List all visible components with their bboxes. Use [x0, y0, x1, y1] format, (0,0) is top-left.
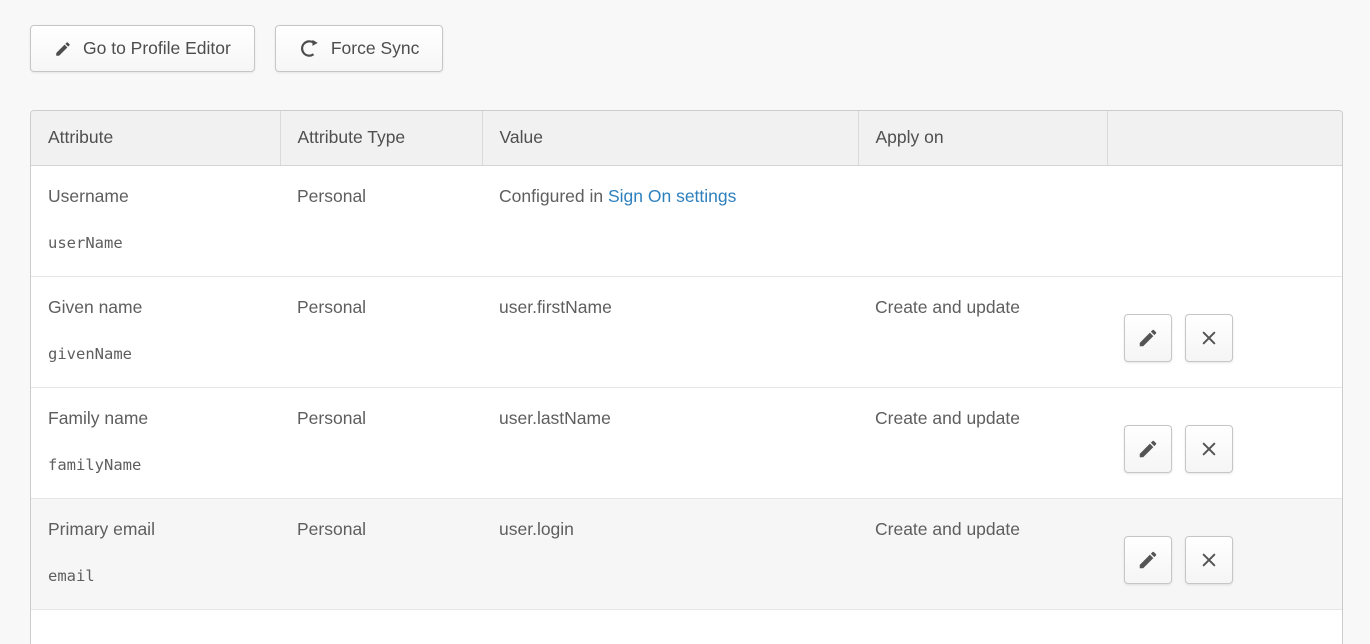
value-cell: user.login [482, 498, 858, 609]
edit-attribute-button[interactable] [1124, 536, 1172, 584]
attribute-mappings-table: Attribute Attribute Type Value Apply on … [30, 110, 1343, 644]
attribute-name: givenName [48, 345, 270, 363]
attribute-cell: Primary email email [31, 498, 280, 609]
row-actions [1124, 297, 1332, 362]
attribute-label: Primary email [48, 519, 270, 540]
sign-on-settings-link[interactable]: Sign On settings [608, 186, 736, 206]
attribute-type-cell: Personal [280, 276, 482, 387]
close-icon [1198, 327, 1220, 349]
table-header-row: Attribute Attribute Type Value Apply on [31, 111, 1342, 165]
apply-on-cell: Create and update [858, 387, 1107, 498]
header-value: Value [482, 111, 858, 165]
attribute-label: Given name [48, 297, 270, 318]
header-apply-on: Apply on [858, 111, 1107, 165]
table-row-username: Username userName Personal Configured in… [31, 165, 1342, 276]
apply-on-cell: Create and update [858, 276, 1107, 387]
attribute-type-cell: Personal [280, 387, 482, 498]
attribute-name: email [48, 567, 270, 585]
close-icon [1198, 549, 1220, 571]
attribute-cell: Given name givenName [31, 276, 280, 387]
delete-attribute-button[interactable] [1185, 425, 1233, 473]
attribute-cell: Username userName [31, 165, 280, 276]
force-sync-button[interactable]: Force Sync [275, 25, 444, 72]
header-attribute: Attribute [31, 111, 280, 165]
pencil-icon [1137, 327, 1159, 349]
attribute-type-cell: Personal [280, 165, 482, 276]
actions-cell [1107, 498, 1342, 609]
table-row-primary-email: Primary email email Personal user.login … [31, 498, 1342, 609]
edit-attribute-button[interactable] [1124, 425, 1172, 473]
attribute-label: Family name [48, 408, 270, 429]
refresh-icon [299, 38, 320, 59]
apply-on-cell: Create and update [858, 498, 1107, 609]
table-row-family-name: Family name familyName Personal user.las… [31, 387, 1342, 498]
pencil-icon [1137, 438, 1159, 460]
edit-attribute-button[interactable] [1124, 314, 1172, 362]
go-to-profile-editor-label: Go to Profile Editor [83, 38, 231, 59]
row-actions [1124, 519, 1332, 584]
attribute-label: Username [48, 186, 270, 207]
attribute-mappings-page: Go to Profile Editor Force Sync Attribut… [0, 0, 1370, 644]
attribute-cell: Family name familyName [31, 387, 280, 498]
go-to-profile-editor-button[interactable]: Go to Profile Editor [30, 25, 255, 72]
actions-cell [1107, 165, 1342, 276]
delete-attribute-button[interactable] [1185, 536, 1233, 584]
close-icon [1198, 438, 1220, 460]
actions-cell [1107, 276, 1342, 387]
force-sync-label: Force Sync [331, 38, 420, 59]
attribute-type-cell: Personal [280, 498, 482, 609]
header-attribute-type: Attribute Type [280, 111, 482, 165]
pencil-icon [54, 40, 72, 58]
header-actions [1107, 111, 1342, 165]
row-actions [1124, 408, 1332, 473]
actions-cell [1107, 387, 1342, 498]
table-row-given-name: Given name givenName Personal user.first… [31, 276, 1342, 387]
pencil-icon [1137, 549, 1159, 571]
attribute-name: userName [48, 234, 270, 252]
table-row-empty [31, 609, 1342, 644]
apply-on-cell [858, 165, 1107, 276]
toolbar: Go to Profile Editor Force Sync [30, 25, 1370, 72]
value-text: Configured in [499, 186, 608, 206]
empty-cell [31, 609, 1342, 644]
value-cell: user.firstName [482, 276, 858, 387]
attribute-name: familyName [48, 456, 270, 474]
value-cell: user.lastName [482, 387, 858, 498]
delete-attribute-button[interactable] [1185, 314, 1233, 362]
value-cell: Configured in Sign On settings [482, 165, 858, 276]
